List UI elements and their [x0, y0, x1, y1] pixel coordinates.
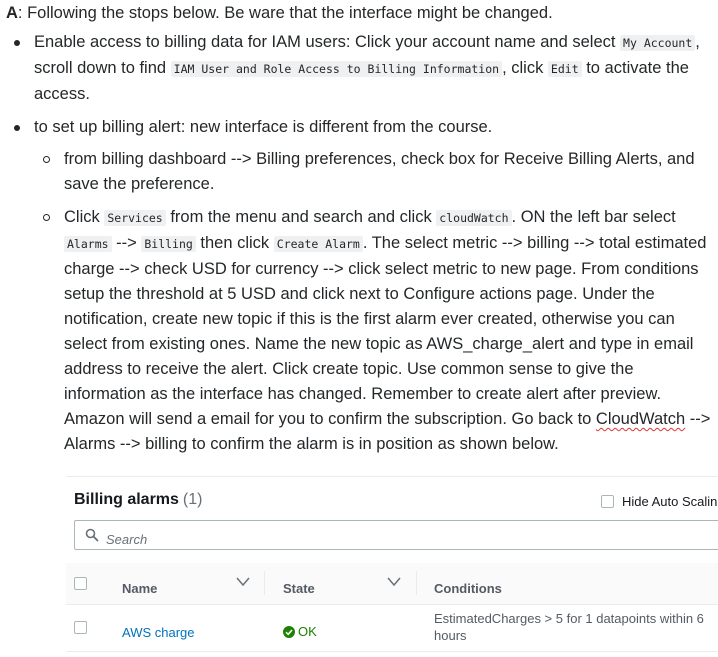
- column-header-name[interactable]: Name: [122, 576, 157, 601]
- table-row[interactable]: AWS charge OK EstimatedCharges > 5 for 1…: [66, 605, 718, 652]
- text: Enable access to billing data for IAM us…: [34, 33, 621, 51]
- alarm-name-link[interactable]: AWS charge: [122, 620, 195, 645]
- column-header-conditions[interactable]: Conditions: [434, 576, 502, 601]
- column-header-state[interactable]: State: [283, 576, 315, 601]
- alarm-state: OK: [283, 619, 317, 644]
- column-divider: [264, 571, 265, 595]
- alert-substeps: from billing dashboard --> Billing prefe…: [34, 147, 718, 457]
- billing-alarms-title: Billing alarms (1): [74, 487, 202, 512]
- text: then click: [195, 234, 274, 252]
- search-input[interactable]: Search: [74, 520, 718, 550]
- text: from the menu and search and click: [165, 208, 437, 226]
- answer-document: A: Following the stops below. Be ware th…: [6, 0, 718, 465]
- text: . ON the left bar select: [511, 208, 676, 226]
- text: Click: [64, 208, 105, 226]
- search-placeholder: Search: [106, 532, 148, 547]
- hide-auto-scaling-toggle[interactable]: Hide Auto Scalin: [601, 489, 717, 514]
- alarm-count: (1): [182, 491, 203, 508]
- text: to set up billing alert: new interface i…: [34, 118, 493, 136]
- step-billing-alert: to set up billing alert: new interface i…: [6, 115, 718, 457]
- answer-intro: A: Following the stops below. Be ware th…: [6, 1, 718, 26]
- sort-down-icon[interactable]: [236, 577, 250, 587]
- alarm-conditions: EstimatedCharges > 5 for 1 datapoints wi…: [434, 611, 704, 643]
- code-alarms: Alarms: [64, 236, 112, 252]
- code-services: Services: [104, 210, 166, 226]
- table-header: Name State Conditions: [66, 563, 718, 605]
- text: , click: [502, 59, 548, 77]
- billing-alarms-screenshot: Billing alarms (1) Hide Auto Scalin Searc…: [66, 476, 718, 657]
- steps-list: Enable access to billing data for IAM us…: [6, 30, 718, 457]
- select-all-checkbox[interactable]: [74, 577, 87, 590]
- hide-auto-scaling-label: Hide Auto Scalin: [622, 494, 718, 509]
- check-circle-icon: [283, 626, 295, 638]
- answer-intro-text: : Following the stops below. Be ware tha…: [17, 4, 553, 22]
- search-icon: [85, 528, 99, 542]
- hide-auto-scaling-checkbox[interactable]: [601, 495, 614, 508]
- answer-prefix: A: [6, 4, 18, 22]
- substep-billing-preferences: from billing dashboard --> Billing prefe…: [34, 147, 718, 197]
- code-iam-access: IAM User and Role Access to Billing Info…: [170, 61, 503, 77]
- alarm-state-text: OK: [298, 624, 317, 639]
- text: -->: [111, 234, 142, 252]
- row-checkbox[interactable]: [74, 621, 87, 634]
- substep-cloudwatch: Click Services from the menu and search …: [34, 205, 718, 457]
- step-enable-billing-access: Enable access to billing data for IAM us…: [6, 30, 718, 107]
- code-my-account: My Account: [620, 35, 696, 51]
- column-divider: [416, 571, 417, 595]
- code-billing: Billing: [141, 236, 196, 252]
- sort-down-icon[interactable]: [387, 577, 401, 587]
- text: . The select metric --> billing --> tota…: [64, 234, 707, 428]
- code-edit: Edit: [547, 61, 582, 77]
- billing-alarms-title-text: Billing alarms: [74, 491, 179, 508]
- spellcheck-word: CloudWatch: [595, 410, 686, 428]
- code-create-alarm: Create Alarm: [273, 236, 363, 252]
- code-cloudwatch: cloudWatch: [436, 210, 512, 226]
